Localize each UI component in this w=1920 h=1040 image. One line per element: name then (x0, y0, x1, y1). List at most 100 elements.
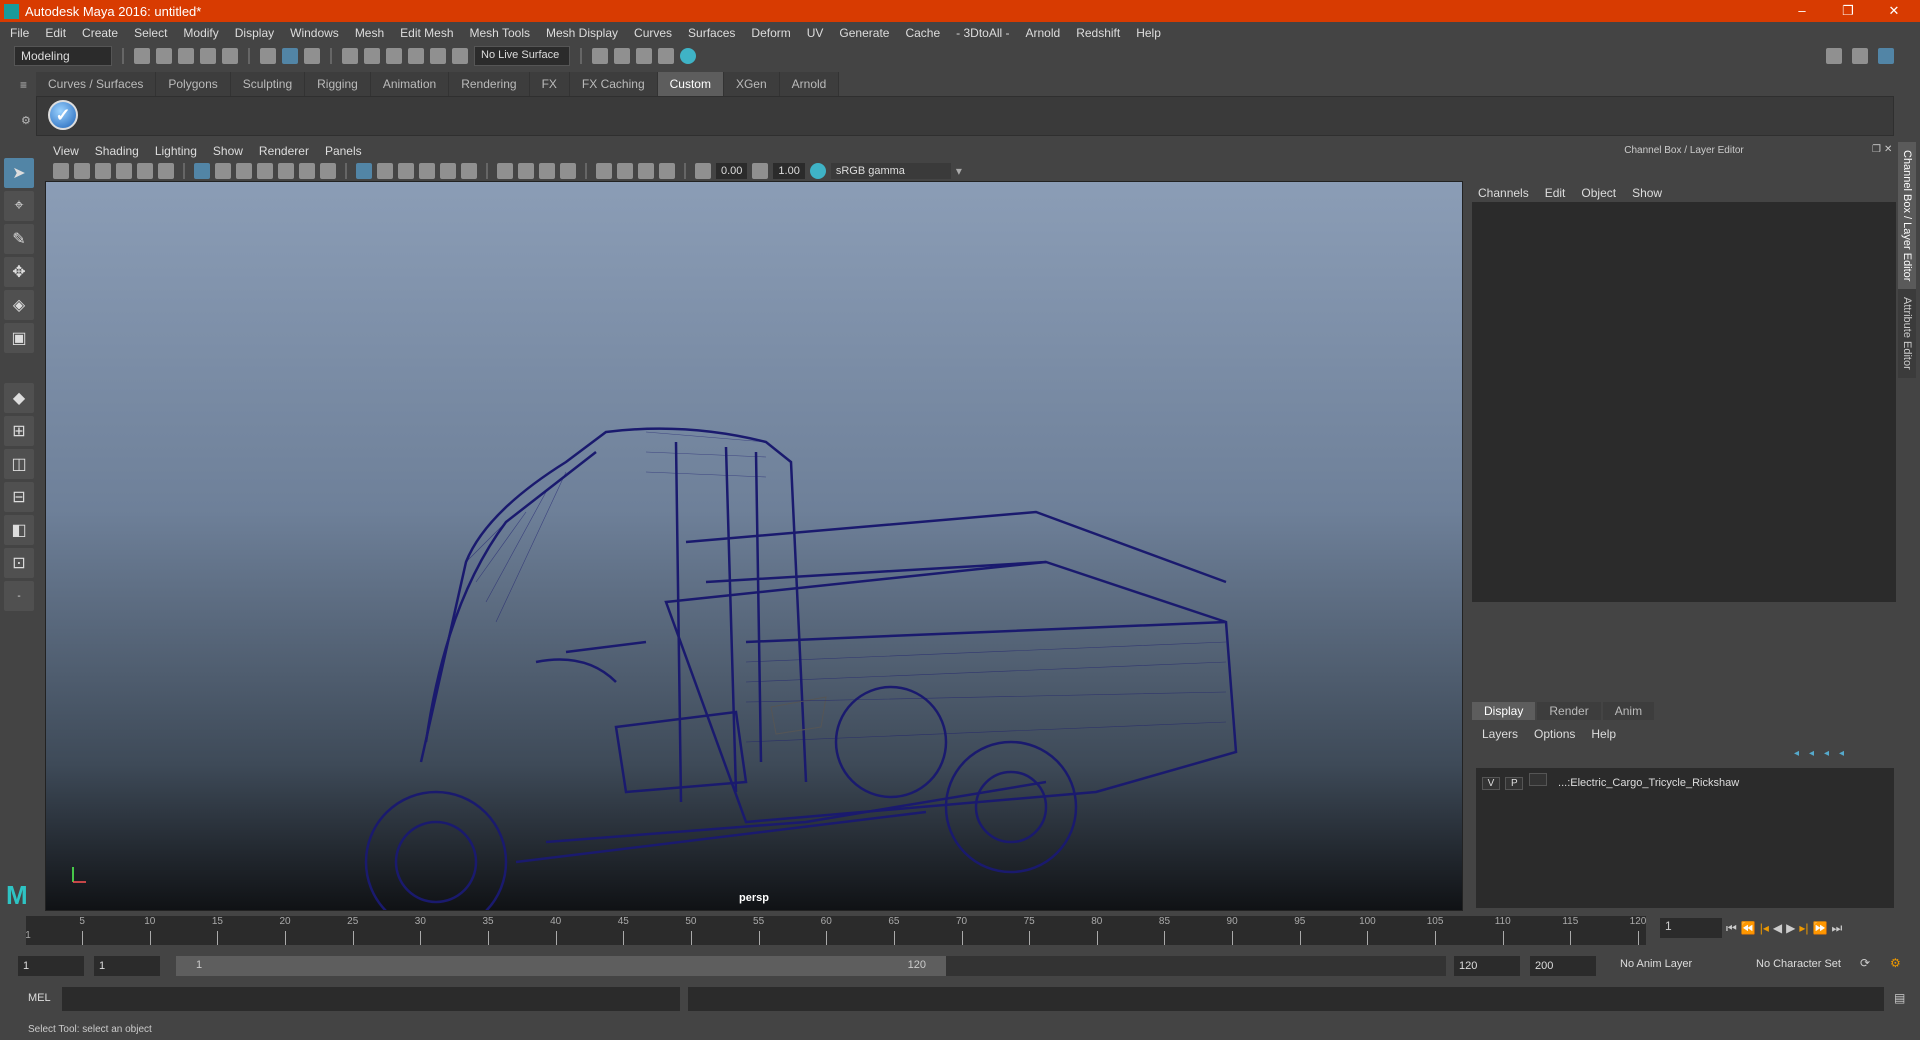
bookmark-icon[interactable] (95, 162, 111, 179)
camera-attributes-icon[interactable] (74, 162, 90, 179)
color-space-dropdown[interactable]: sRGB gamma (830, 162, 951, 179)
channel-menu-edit[interactable]: Edit (1545, 186, 1566, 200)
gamma-field[interactable]: 1.00 (773, 162, 805, 179)
menu-mesh-display[interactable]: Mesh Display (546, 26, 618, 40)
channel-box-toggle-icon[interactable] (1878, 48, 1894, 64)
menu-select[interactable]: Select (134, 26, 167, 40)
select-tool-icon[interactable]: ➤ (4, 158, 34, 188)
menu-surfaces[interactable]: Surfaces (688, 26, 735, 40)
shelf-tab-custom[interactable]: Custom (657, 72, 724, 96)
shelf-tab-animation[interactable]: Animation (370, 72, 450, 96)
viewport-menu-lighting[interactable]: Lighting (155, 144, 197, 158)
move-tool-icon[interactable]: ✥ (4, 257, 34, 287)
command-language-label[interactable]: MEL (28, 992, 51, 1004)
shelf-tab-fx[interactable]: FX (529, 72, 570, 96)
layer-menu-help[interactable]: Help (1591, 727, 1616, 741)
menu-display[interactable]: Display (235, 26, 274, 40)
paint-select-tool-icon[interactable]: ✎ (4, 224, 34, 254)
rotate-tool-icon[interactable]: ◈ (4, 290, 34, 320)
render-view-icon[interactable] (592, 48, 608, 64)
exposure-field[interactable]: 0.00 (716, 162, 748, 179)
render-current-icon[interactable] (614, 48, 630, 64)
anim-layer-dropdown[interactable]: No Anim Layer (1620, 958, 1692, 970)
live-surface-field[interactable]: No Live Surface (474, 46, 570, 66)
layer-row[interactable]: V P ...:Electric_Cargo_Tricycle_Rickshaw (1476, 768, 1894, 790)
close-button[interactable]: ✕ (1872, 0, 1916, 22)
snap-point-icon[interactable] (386, 48, 402, 64)
channel-box-area[interactable] (1472, 202, 1896, 602)
tab-attribute-editor[interactable]: Attribute Editor (1898, 289, 1916, 379)
chevron-down-icon[interactable]: ▾ (956, 164, 962, 178)
grease-pencil-icon[interactable] (158, 162, 174, 179)
layer-menu-options[interactable]: Options (1534, 727, 1575, 741)
menu-help[interactable]: Help (1136, 26, 1161, 40)
menu-modify[interactable]: Modify (183, 26, 218, 40)
viewport-menu-renderer[interactable]: Renderer (259, 144, 309, 158)
shelf-menu-icon[interactable]: ≡ (20, 78, 27, 92)
persp-outliner-layout-icon[interactable]: ◧ (4, 515, 34, 545)
float-panel-icon[interactable]: ❐ (1872, 144, 1881, 155)
shadows-icon[interactable] (461, 162, 477, 179)
perspective-viewport[interactable]: persp (45, 181, 1463, 911)
viewport-menu-show[interactable]: Show (213, 144, 243, 158)
playback-start-field[interactable]: 1 (94, 956, 160, 976)
color-management-toggle-icon[interactable] (809, 162, 826, 179)
go-to-end-icon[interactable]: ⏭ (1831, 921, 1842, 936)
layer-type-toggle[interactable] (1528, 773, 1547, 786)
shelf-check-button-icon[interactable]: ✓ (48, 100, 78, 130)
shelf-tab-fx-caching[interactable]: FX Caching (569, 72, 658, 96)
step-back-icon[interactable]: ⏪ (1741, 921, 1756, 935)
grid-icon[interactable] (194, 162, 210, 179)
safe-action-icon[interactable] (299, 162, 315, 179)
gate-mask-icon[interactable] (257, 162, 273, 179)
command-input[interactable] (62, 987, 680, 1011)
end-time-field[interactable]: 200 (1530, 956, 1596, 976)
motion-blur-icon[interactable] (518, 162, 534, 179)
camera-icon[interactable] (53, 162, 69, 179)
play-backward-icon[interactable]: ◀ (1773, 921, 1782, 935)
menu-generate[interactable]: Generate (839, 26, 889, 40)
viewport-menu-panels[interactable]: Panels (325, 144, 362, 158)
menu-redshift[interactable]: Redshift (1076, 26, 1120, 40)
close-panel-icon[interactable]: ✕ (1884, 144, 1892, 155)
select-object-icon[interactable] (282, 48, 298, 64)
snap-view-icon[interactable] (408, 48, 424, 64)
layer-tab-anim[interactable]: Anim (1602, 702, 1655, 720)
undo-icon[interactable] (200, 48, 216, 64)
menu-3dtoall[interactable]: - 3DtoAll - (956, 26, 1009, 40)
lasso-tool-icon[interactable]: ⌖ (4, 191, 34, 221)
ipr-render-icon[interactable] (636, 48, 652, 64)
start-time-field[interactable]: 1 (18, 956, 84, 976)
menu-mesh[interactable]: Mesh (355, 26, 384, 40)
tab-channel-box[interactable]: Channel Box / Layer Editor (1898, 142, 1916, 290)
layer-name[interactable]: ...:Electric_Cargo_Tricycle_Rickshaw (1558, 777, 1739, 789)
snap-grid-icon[interactable] (342, 48, 358, 64)
image-plane-icon[interactable] (116, 162, 132, 179)
layer-visibility-toggle[interactable]: V (1482, 777, 1500, 790)
script-editor-icon[interactable]: ▤ (1894, 991, 1905, 1005)
auto-key-icon[interactable]: ⟳ (1860, 956, 1870, 970)
menu-mesh-tools[interactable]: Mesh Tools (470, 26, 530, 40)
lights-icon[interactable] (440, 162, 456, 179)
shelf-tab-polygons[interactable]: Polygons (156, 72, 231, 96)
playback-end-field[interactable]: 120 (1454, 956, 1520, 976)
2d-pan-icon[interactable] (137, 162, 153, 179)
play-forward-icon[interactable]: ▶ (1786, 921, 1795, 935)
default-material-icon[interactable] (398, 162, 414, 179)
select-component-icon[interactable] (304, 48, 320, 64)
smooth-shade-icon[interactable] (377, 162, 393, 179)
ambient-occlusion-icon[interactable] (497, 162, 513, 179)
snap-curve-icon[interactable] (364, 48, 380, 64)
new-scene-icon[interactable] (134, 48, 150, 64)
scale-tool-icon[interactable]: ▣ (4, 323, 34, 353)
resolution-gate-icon[interactable] (236, 162, 252, 179)
current-frame-field[interactable]: 1 (1660, 918, 1722, 938)
menu-create[interactable]: Create (82, 26, 118, 40)
menu-arnold[interactable]: Arnold (1026, 26, 1061, 40)
step-forward-icon[interactable]: ⏩ (1813, 921, 1828, 935)
outliner-layout-icon[interactable]: ⊡ (4, 548, 34, 578)
safe-title-icon[interactable] (320, 162, 336, 179)
wireframe-icon[interactable] (356, 162, 372, 179)
menu-windows[interactable]: Windows (290, 26, 339, 40)
shelf-tab-rigging[interactable]: Rigging (305, 72, 371, 96)
